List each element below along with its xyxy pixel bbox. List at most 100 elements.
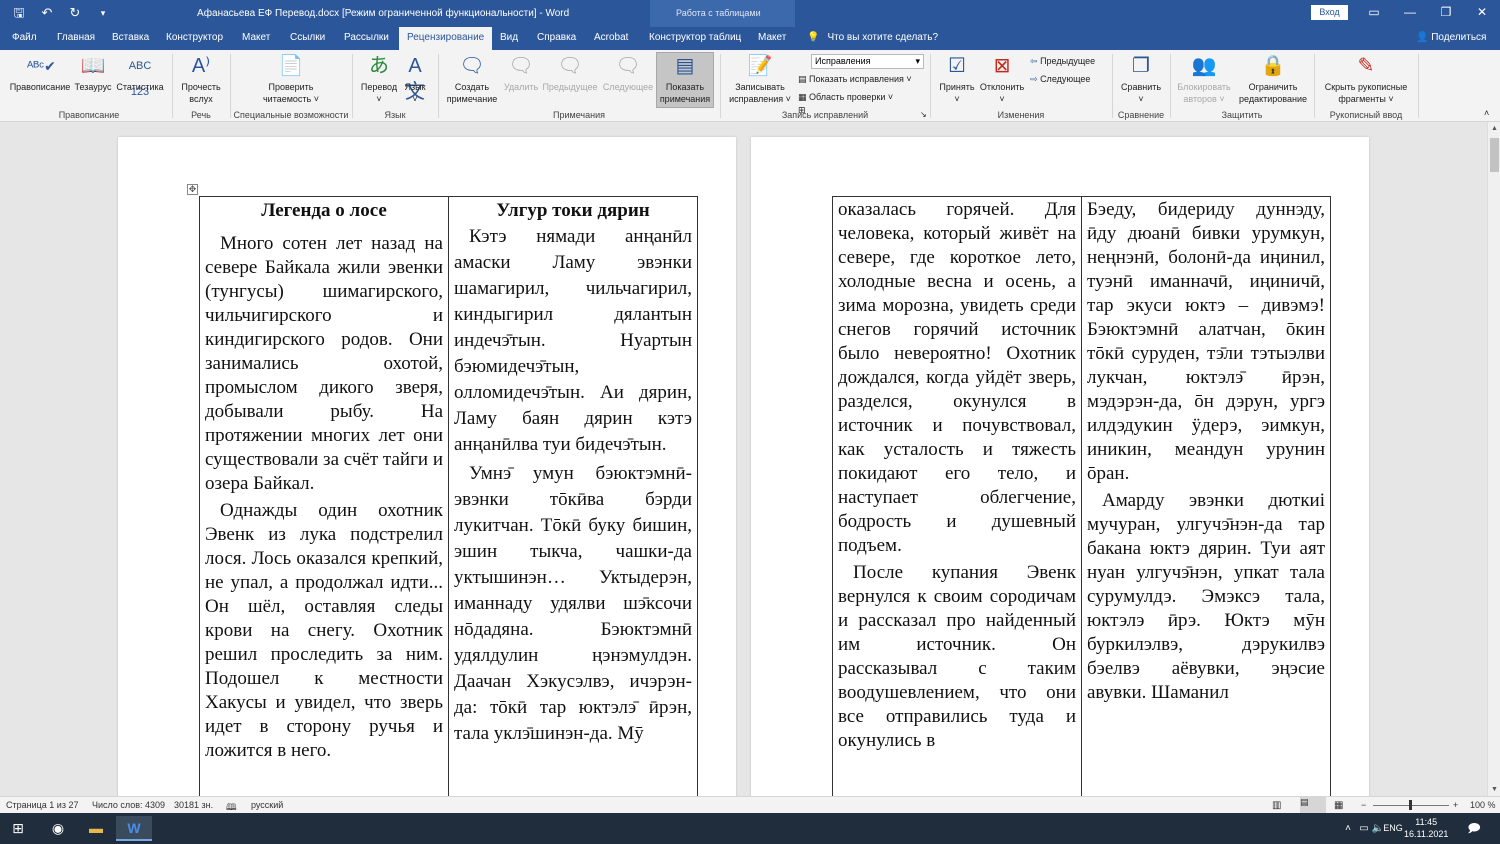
group-label-comments: Примечания (553, 110, 605, 120)
word-icon[interactable]: W (116, 816, 152, 841)
show-comments-button[interactable]: ▤ Показать примечания (656, 53, 714, 105)
signin-button[interactable]: Вход (1311, 5, 1348, 20)
redo-icon[interactable]: ↻ (66, 4, 84, 22)
zoom-level[interactable]: 100 % (1470, 800, 1496, 810)
next-comment-button[interactable]: 🗨 Следующее (600, 53, 656, 93)
page-count[interactable]: Страница 1 из 27 (6, 800, 78, 810)
accept-change-icon: ☑ (948, 55, 966, 77)
delete-comment-button[interactable]: 🗨 Удалить (502, 53, 540, 93)
group-label-tracking: Запись исправлений (781, 110, 869, 120)
page-1: Легенда о лосе Много сотен лет назад на … (118, 137, 736, 796)
tab-table-design[interactable]: Конструктор таблиц (649, 27, 741, 50)
show-comments-icon: ▤ (675, 55, 695, 77)
hide-ink-button[interactable]: ✎ Скрыть рукописные фрагменты ˅ (1318, 53, 1414, 105)
scroll-thumb[interactable] (1490, 138, 1499, 172)
context-tab-group-label: Работа с таблицами (676, 8, 761, 18)
share-button[interactable]: 👤 Поделиться (1416, 32, 1486, 43)
group-label-compare: Сравнение (1117, 110, 1165, 120)
new-comment-button[interactable]: 🗨 Создать примечание (442, 53, 502, 105)
web-layout-icon[interactable]: ▦ (1334, 800, 1343, 811)
customize-qat-icon[interactable]: ▾ (94, 4, 112, 22)
file-explorer-icon[interactable]: ▬ (78, 816, 114, 841)
new-comment-icon: 🗨 (459, 55, 485, 77)
group-label-language: Язык (384, 110, 406, 120)
input-language[interactable]: ENG (1382, 816, 1404, 841)
previous-change-button[interactable]: ⇦ Предыдущее (1030, 56, 1095, 67)
tab-help[interactable]: Справка (537, 27, 576, 50)
tab-file[interactable]: Файл (12, 27, 37, 50)
restrict-editing-lock-icon: 🔒 (1260, 55, 1286, 77)
previous-comment-button[interactable]: 🗨 Предыдущее (540, 53, 600, 93)
tab-view[interactable]: Вид (500, 27, 518, 50)
language-button[interactable]: A文 Язык ˅ (400, 53, 430, 105)
statistics-button[interactable]: ABC 123 Статистика (115, 53, 165, 98)
print-layout-icon[interactable]: ▤ (1300, 797, 1326, 813)
zoom-out-icon[interactable]: − (1361, 800, 1366, 810)
minimize-icon[interactable]: — (1392, 0, 1428, 27)
compare-button[interactable]: ❐ Сравнить ˅ (1116, 53, 1166, 105)
tab-table-layout[interactable]: Макет (758, 27, 786, 50)
reviewing-pane-button[interactable]: ▦ Область проверки ˅ (798, 92, 893, 103)
maximize-icon[interactable]: ❐ (1428, 0, 1464, 27)
notifications-icon[interactable]: 🗩 (1462, 816, 1486, 841)
char-count[interactable]: 30181 зн. (174, 800, 213, 810)
zoom-slider-knob[interactable] (1409, 800, 1412, 810)
check-accessibility-button[interactable]: 📄 Проверить читаемость ˅ (255, 53, 327, 105)
read-mode-icon[interactable]: ▥ (1272, 800, 1281, 811)
tab-home[interactable]: Главная (57, 27, 95, 50)
undo-icon[interactable]: ↶ (38, 4, 56, 22)
restrict-editing-button[interactable]: 🔒 Ограничить редактирование (1236, 53, 1310, 105)
close-icon[interactable]: ✕ (1464, 0, 1500, 27)
zoom-in-icon[interactable]: + (1453, 800, 1458, 810)
clock[interactable]: 11:45 16.11.2021 (1404, 816, 1448, 840)
tray-chevron-icon[interactable]: ˄ (1340, 816, 1356, 841)
tab-references[interactable]: Ссылки (290, 27, 325, 50)
reject-button[interactable]: ⊠ Отклонить ˅ (978, 53, 1026, 105)
tell-me-box[interactable]: 💡 Что вы хотите сделать? (807, 32, 938, 43)
table-cell-evenki[interactable]: Бэеду, бидериду дуннэду, ӣду дюанӣ бивки… (1087, 198, 1325, 796)
tab-layout[interactable]: Макет (242, 27, 270, 50)
spelling-button[interactable]: ᴬᴮᶜ✔ Правописание (8, 53, 72, 93)
previous-change-icon: ⇦ (1030, 56, 1038, 66)
tab-mailings[interactable]: Рассылки (344, 27, 389, 50)
group-label-protect: Защитить (1221, 110, 1263, 120)
markup-dropdown[interactable]: Исправления ▾ (811, 54, 924, 69)
table-move-handle-icon[interactable]: ✥ (187, 184, 198, 195)
accept-button[interactable]: ☑ Принять ˅ (936, 53, 978, 105)
ribbon-display-options-icon[interactable]: ▭ (1356, 0, 1392, 27)
read-aloud-button[interactable]: A⁾ Прочесть вслух (176, 53, 226, 105)
block-authors-button[interactable]: 👥 Блокировать авторов ˅ (1174, 53, 1234, 105)
translate-button[interactable]: あ Перевод ˅ (358, 53, 400, 105)
tab-review[interactable]: Рецензирование (399, 27, 493, 50)
word-count-icon: ABC 123 (128, 60, 152, 98)
chrome-icon[interactable]: ◉ (40, 816, 76, 841)
scroll-down-icon[interactable]: ▼ (1488, 783, 1500, 796)
person-icon: 👤 (1416, 32, 1429, 43)
lightbulb-icon: 💡 (807, 32, 820, 43)
word-count[interactable]: Число слов: 4309 (92, 800, 165, 810)
collapse-ribbon-icon[interactable]: ˄ (1484, 108, 1489, 118)
tab-insert[interactable]: Вставка (112, 27, 149, 50)
tab-design[interactable]: Конструктор (166, 27, 223, 50)
document-area[interactable]: Легенда о лосе Много сотен лет назад на … (0, 122, 1487, 796)
paragraph: Кэтэ нямади анңанӣл амаски Ламу эвэнки ш… (454, 226, 692, 455)
table-cell-evenki[interactable]: Улгур токи дярин Кэтэ нямади анңанӣл ама… (454, 198, 692, 796)
document-language[interactable]: русский (251, 800, 283, 810)
thesaurus-button[interactable]: 📖 Тезаурус (73, 53, 113, 93)
vertical-scrollbar[interactable]: ▲ ▼ (1487, 122, 1500, 796)
track-changes-button[interactable]: 📝 Записывать исправления ˅ (726, 53, 794, 105)
group-label-ink: Рукописный ввод (1329, 110, 1403, 120)
table-cell-russian[interactable]: Легенда о лосе Много сотен лет назад на … (205, 198, 443, 796)
windows-start-icon[interactable]: ⊞ (0, 816, 36, 841)
paragraph: После купания Эвенк вернулся к своим сор… (838, 562, 1076, 751)
tab-acrobat[interactable]: Acrobat (594, 27, 628, 50)
ribbon: ᴬᴮᶜ✔ Правописание 📖 Тезаурус ABC 123 Стат… (0, 50, 1500, 122)
show-markup-button[interactable]: ▤ Показать исправления ˅ (798, 74, 912, 85)
group-label-changes: Изменения (997, 110, 1045, 120)
next-change-button[interactable]: ⇨ Следующее (1030, 74, 1090, 85)
compare-icon: ❐ (1132, 55, 1150, 77)
table-cell-russian[interactable]: оказалась горячей. Для человека, который… (838, 198, 1076, 796)
scroll-up-icon[interactable]: ▲ (1488, 122, 1500, 135)
share-label: Поделиться (1431, 32, 1487, 43)
save-icon[interactable]: 🖫 (10, 4, 28, 22)
